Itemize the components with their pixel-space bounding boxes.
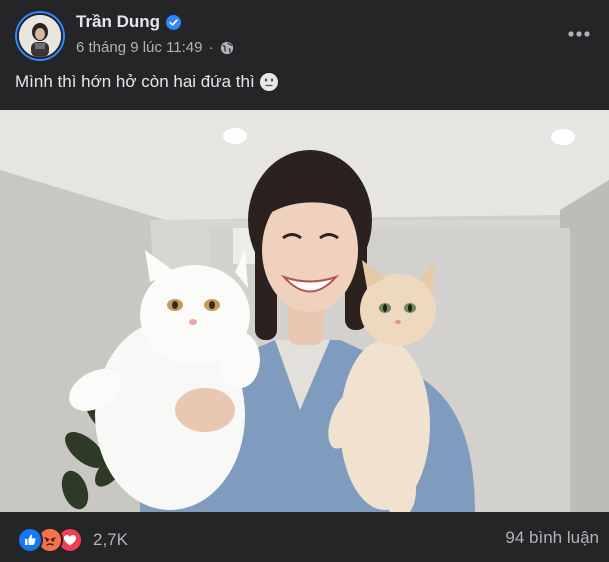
post-photo[interactable]	[0, 110, 609, 512]
more-horizontal-icon	[568, 31, 590, 37]
post-meta: 6 tháng 9 lúc 11:49 ·	[76, 39, 234, 56]
post-footer: 2,7K 94 bình luận	[0, 512, 609, 562]
caption-text: Mình thì hớn hở còn hai đứa thì	[15, 72, 255, 91]
comments-count-link[interactable]: 94 bình luận	[505, 528, 599, 548]
avatar[interactable]	[15, 11, 65, 61]
reactions-summary[interactable]: 2,7K	[17, 527, 128, 553]
verified-badge-icon	[166, 14, 182, 30]
post-card: Trần Dung 6 tháng 9 lúc 11:49 · Mình thì…	[0, 0, 609, 562]
neutral-face-emoji-icon	[259, 72, 279, 92]
reaction-count: 2,7K	[93, 530, 128, 549]
avatar-image	[17, 13, 63, 59]
more-options-button[interactable]	[561, 20, 597, 48]
author-row: Trần Dung	[76, 12, 182, 32]
author-name[interactable]: Trần Dung	[76, 12, 160, 32]
meta-separator: ·	[208, 39, 214, 56]
like-reaction-icon	[17, 527, 43, 553]
post-header: Trần Dung 6 tháng 9 lúc 11:49 ·	[0, 0, 609, 68]
post-timestamp[interactable]: 6 tháng 9 lúc 11:49	[76, 39, 203, 56]
globe-icon[interactable]	[220, 41, 234, 55]
post-caption: Mình thì hớn hở còn hai đứa thì	[15, 72, 279, 92]
photo-woman-with-two-cats-icon	[0, 110, 609, 512]
